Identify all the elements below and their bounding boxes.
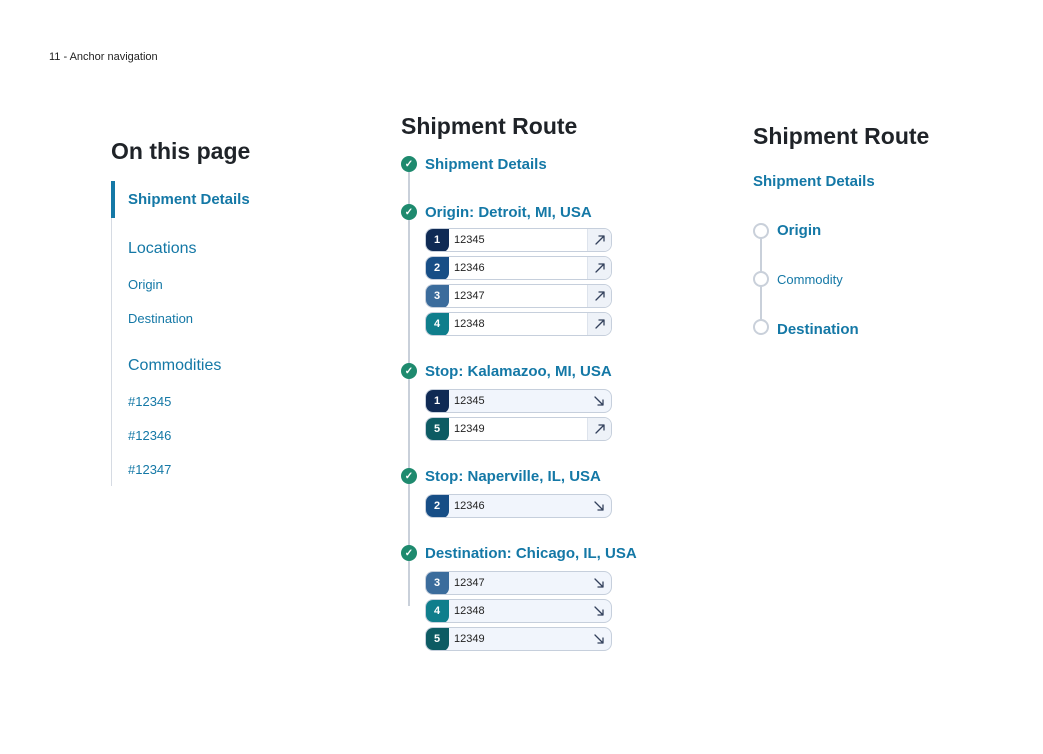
check-icon: ✓ — [401, 545, 417, 561]
chip-code: 12349 — [454, 633, 485, 645]
toc-title: On this page — [111, 138, 251, 164]
chip-code: 12349 — [454, 423, 485, 435]
check-icon: ✓ — [401, 468, 417, 484]
arrow-up-right-icon — [587, 257, 611, 279]
commodity-chip[interactable]: 3 12347 — [425, 571, 612, 595]
commodity-chip[interactable]: 4 12348 — [425, 312, 612, 336]
shipment-route-timeline: Shipment Route ✓ Shipment Details ✓ Orig… — [401, 112, 701, 672]
commodity-chip[interactable]: 2 12346 — [425, 494, 612, 518]
arrow-down-right-icon — [587, 390, 611, 412]
step-commodity[interactable]: Commodity — [777, 272, 843, 287]
chip-number-badge: 3 — [426, 572, 449, 594]
page-label: 11 - Anchor navigation — [49, 51, 158, 63]
chip-code: 12346 — [454, 500, 485, 512]
chip-number-badge: 3 — [426, 285, 449, 307]
toc-item-destination[interactable]: Destination — [128, 311, 193, 326]
commodity-chip[interactable]: 2 12346 — [425, 256, 612, 280]
stop-naperville: ✓ Stop: Naperville, IL, USA — [401, 466, 601, 486]
on-this-page-nav: On this page Shipment Details Locations … — [111, 136, 351, 486]
stop-link[interactable]: Destination: Chicago, IL, USA — [425, 545, 637, 562]
stop-link[interactable]: Origin: Detroit, MI, USA — [425, 204, 592, 221]
stop-link[interactable]: Stop: Kalamazoo, MI, USA — [425, 363, 612, 380]
arrow-down-right-icon — [587, 628, 611, 650]
arrow-down-right-icon — [587, 495, 611, 517]
stop-kalamazoo: ✓ Stop: Kalamazoo, MI, USA — [401, 361, 612, 381]
chip-code: 12345 — [454, 234, 485, 246]
step-destination[interactable]: Destination — [777, 321, 859, 338]
arrow-up-right-icon — [587, 229, 611, 251]
step-circle-icon — [753, 319, 769, 335]
check-icon: ✓ — [401, 363, 417, 379]
arrow-up-right-icon — [587, 418, 611, 440]
toc-item-commodity-12347[interactable]: #12347 — [128, 462, 171, 477]
step-circle-icon — [753, 271, 769, 287]
route2-title: Shipment Route — [753, 123, 930, 149]
arrow-down-right-icon — [587, 572, 611, 594]
check-icon: ✓ — [401, 156, 417, 172]
toc-item-shipment-details[interactable]: Shipment Details — [128, 191, 250, 208]
chip-number-badge: 2 — [426, 257, 449, 279]
step-circle-icon — [753, 223, 769, 239]
commodity-chip[interactable]: 5 12349 — [425, 417, 612, 441]
toc-item-commodity-12345[interactable]: #12345 — [128, 394, 171, 409]
commodity-chip[interactable]: 4 12348 — [425, 599, 612, 623]
toc-item-commodity-12346[interactable]: #12346 — [128, 428, 171, 443]
toc-item-locations[interactable]: Locations — [128, 240, 197, 258]
commodity-chip[interactable]: 1 12345 — [425, 389, 612, 413]
check-icon: ✓ — [401, 204, 417, 220]
timeline-rail — [408, 166, 410, 606]
toc-list: Shipment Details Locations Origin Destin… — [111, 181, 311, 486]
arrow-up-right-icon — [587, 285, 611, 307]
chip-code: 12348 — [454, 605, 485, 617]
commodity-chip[interactable]: 5 12349 — [425, 627, 612, 651]
chip-code: 12345 — [454, 395, 485, 407]
chip-number-badge: 1 — [426, 390, 449, 412]
step-origin[interactable]: Origin — [777, 222, 821, 239]
chip-code: 12346 — [454, 262, 485, 274]
chip-code: 12347 — [454, 577, 485, 589]
stop-link[interactable]: Shipment Details — [425, 156, 547, 173]
chip-number-badge: 5 — [426, 628, 449, 650]
route-title: Shipment Route — [401, 113, 578, 139]
commodity-chip[interactable]: 3 12347 — [425, 284, 612, 308]
chip-number-badge: 4 — [426, 313, 449, 335]
chip-number-badge: 1 — [426, 229, 449, 251]
chip-number-badge: 2 — [426, 495, 449, 517]
stop-origin: ✓ Origin: Detroit, MI, USA — [401, 202, 592, 222]
chip-number-badge: 4 — [426, 600, 449, 622]
stop-destination: ✓ Destination: Chicago, IL, USA — [401, 543, 637, 563]
chip-code: 12348 — [454, 318, 485, 330]
toc-item-origin[interactable]: Origin — [128, 277, 163, 292]
commodity-chip[interactable]: 1 12345 — [425, 228, 612, 252]
chip-number-badge: 5 — [426, 418, 449, 440]
chip-code: 12347 — [454, 290, 485, 302]
stop-shipment-details: ✓ Shipment Details — [401, 154, 547, 174]
toc-item-commodities[interactable]: Commodities — [128, 357, 221, 375]
stop-link[interactable]: Stop: Naperville, IL, USA — [425, 468, 601, 485]
active-indicator — [111, 181, 115, 218]
shipment-route-stepper: Shipment Route Shipment Details Origin C… — [753, 122, 1013, 352]
arrow-down-right-icon — [587, 600, 611, 622]
arrow-up-right-icon — [587, 313, 611, 335]
step-shipment-details[interactable]: Shipment Details — [753, 173, 875, 190]
